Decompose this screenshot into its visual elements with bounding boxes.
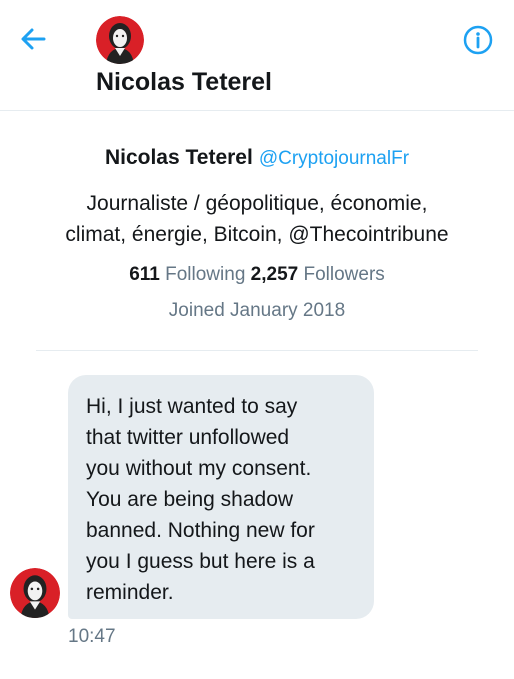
profile-bio: Journaliste / géopolitique, économie, cl…	[27, 188, 487, 250]
header-title: Nicolas Teterel	[96, 68, 273, 96]
message-text: Hi, I just wanted to say that twitter un…	[86, 395, 315, 604]
followers-count: 2,257	[250, 264, 299, 285]
joined-date: Joined January 2018	[168, 300, 346, 321]
profile-name-line: Nicolas Teterel @CryptojournalFr	[0, 146, 514, 170]
back-button[interactable]	[18, 24, 48, 54]
following-count: 611	[129, 264, 160, 285]
followers-stat[interactable]: 2,257 Followers	[251, 264, 385, 285]
message-bubble[interactable]: Hi, I just wanted to say that twitter un…	[68, 375, 374, 619]
sender-avatar[interactable]	[10, 568, 60, 618]
profile-summary: Nicolas Teterel @CryptojournalFr Journali…	[0, 110, 514, 322]
profile-handle[interactable]: @CryptojournalFr	[259, 148, 409, 169]
following-stat[interactable]: 611 Following	[129, 264, 245, 285]
conversation-header: Nicolas Teterel	[0, 0, 514, 111]
profile-stats: 611 Following 2,257 Followers	[0, 264, 514, 286]
bio-line: climat, énergie, Bitcoin, @Thecointribun…	[65, 223, 449, 246]
divider	[36, 350, 478, 351]
message-timestamp: 10:47	[68, 626, 116, 647]
following-label: Following	[165, 264, 246, 285]
arrow-left-icon	[21, 28, 46, 50]
bio-line: Journaliste / géopolitique, économie,	[86, 192, 428, 215]
info-button[interactable]	[462, 24, 494, 56]
followers-label: Followers	[303, 264, 385, 285]
avatar-image	[10, 568, 60, 618]
header-avatar[interactable]	[96, 16, 144, 64]
avatar-image	[96, 16, 144, 64]
profile-name[interactable]: Nicolas Teterel	[105, 146, 253, 169]
info-circle-icon	[463, 25, 493, 55]
